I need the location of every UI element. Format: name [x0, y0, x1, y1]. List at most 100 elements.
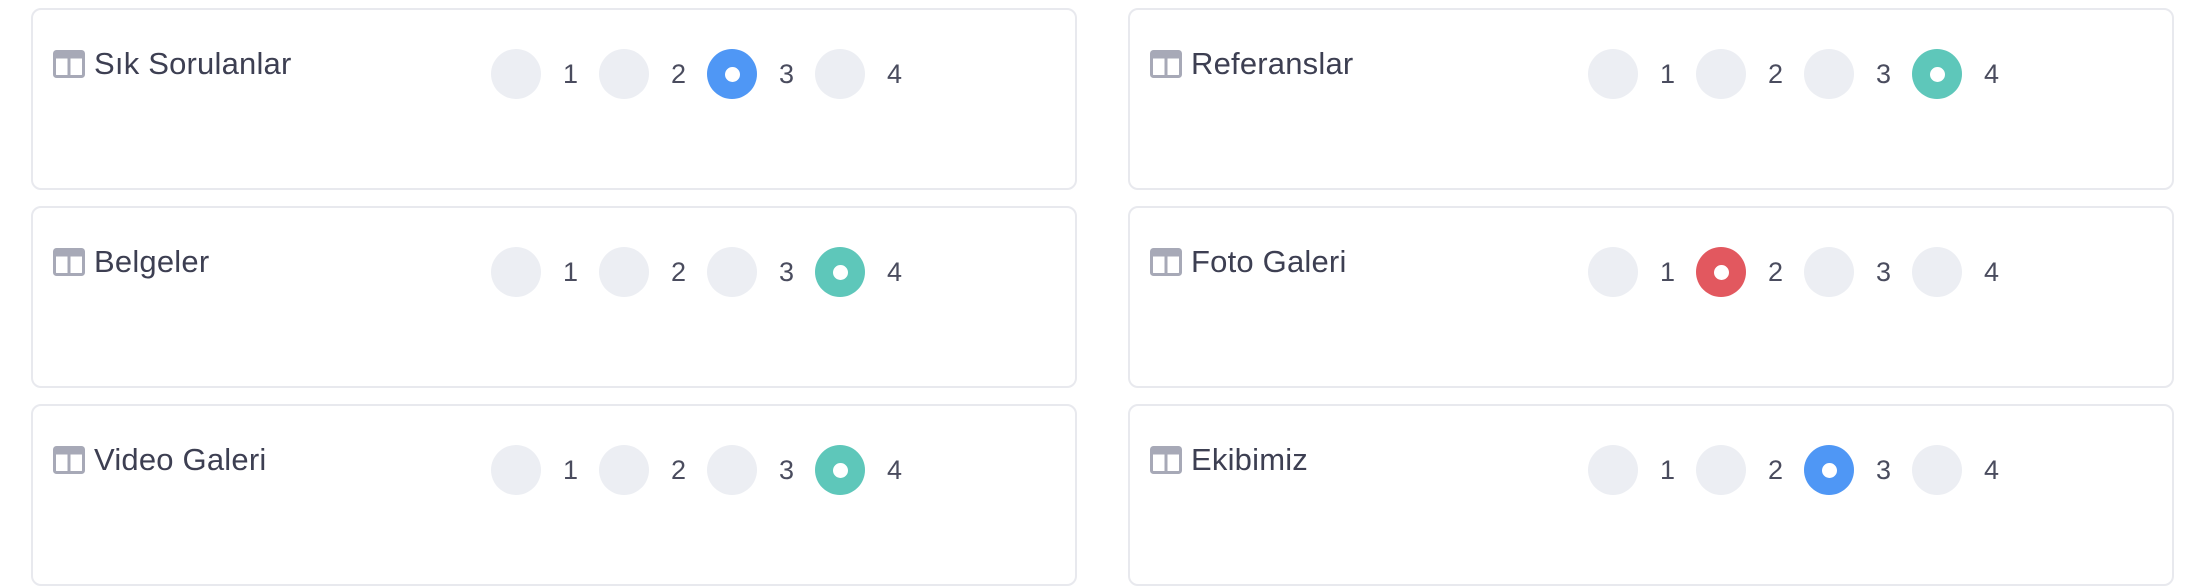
option-label: 4	[1984, 454, 2000, 485]
column-option-2[interactable]: 2	[1696, 49, 1804, 99]
column-option-3[interactable]: 3	[707, 445, 815, 495]
option-label: 2	[1768, 256, 1784, 287]
radio-button[interactable]	[1588, 247, 1638, 297]
layout-columns-icon	[53, 247, 85, 276]
column-option-4[interactable]: 4	[1912, 49, 2020, 99]
column-option-3[interactable]: 3	[707, 49, 815, 99]
option-label: 3	[1876, 58, 1892, 89]
radio-button[interactable]	[815, 247, 865, 297]
column-count-options: 1 2 3 4	[491, 445, 923, 495]
option-label: 3	[1876, 454, 1892, 485]
section-card-references: Referanslar 1 2 3 4	[1128, 8, 2174, 190]
column-option-2[interactable]: 2	[1696, 445, 1804, 495]
option-label: 1	[563, 256, 579, 287]
column-option-4[interactable]: 4	[1912, 247, 2020, 297]
option-label: 1	[563, 454, 579, 485]
option-label: 4	[887, 454, 903, 485]
radio-button[interactable]	[599, 49, 649, 99]
card-title-text: Referanslar	[1191, 46, 1354, 81]
radio-button[interactable]	[707, 49, 757, 99]
option-label: 3	[779, 256, 795, 287]
layout-columns-icon	[1150, 445, 1182, 474]
column-option-4[interactable]: 4	[815, 49, 923, 99]
radio-button[interactable]	[1804, 49, 1854, 99]
radio-button[interactable]	[815, 49, 865, 99]
card-title-text: Video Galeri	[94, 442, 267, 477]
column-count-options: 1 2 3 4	[1588, 247, 2020, 297]
radio-button[interactable]	[707, 247, 757, 297]
layout-columns-icon	[53, 445, 85, 474]
column-count-options: 1 2 3 4	[491, 247, 923, 297]
radio-button[interactable]	[491, 445, 541, 495]
layout-columns-icon	[1150, 247, 1182, 276]
radio-button[interactable]	[1696, 49, 1746, 99]
column-option-3[interactable]: 3	[1804, 49, 1912, 99]
option-label: 2	[1768, 58, 1784, 89]
column-option-1[interactable]: 1	[491, 49, 599, 99]
radio-button[interactable]	[1804, 445, 1854, 495]
column-option-4[interactable]: 4	[815, 445, 923, 495]
section-card-faq: Sık Sorulanlar 1 2 3 4	[31, 8, 1077, 190]
option-label: 2	[1768, 454, 1784, 485]
card-title: Belgeler	[53, 246, 209, 277]
section-card-photo-gallery: Foto Galeri 1 2 3 4	[1128, 206, 2174, 388]
section-card-documents: Belgeler 1 2 3 4	[31, 206, 1077, 388]
section-card-team: Ekibimiz 1 2 3 4	[1128, 404, 2174, 586]
layout-columns-icon	[1150, 49, 1182, 78]
column-option-2[interactable]: 2	[599, 247, 707, 297]
option-label: 4	[1984, 256, 2000, 287]
card-title: Referanslar	[1150, 48, 1353, 79]
card-title-text: Belgeler	[94, 244, 210, 279]
radio-button[interactable]	[815, 445, 865, 495]
column-option-2[interactable]: 2	[599, 49, 707, 99]
radio-button[interactable]	[491, 247, 541, 297]
radio-button[interactable]	[599, 445, 649, 495]
column-option-3[interactable]: 3	[707, 247, 815, 297]
card-title-text: Foto Galeri	[1191, 244, 1347, 279]
option-label: 3	[1876, 256, 1892, 287]
column-option-2[interactable]: 2	[1696, 247, 1804, 297]
radio-button[interactable]	[1912, 445, 1962, 495]
option-label: 3	[779, 58, 795, 89]
radio-button[interactable]	[1912, 247, 1962, 297]
option-label: 4	[887, 58, 903, 89]
option-label: 2	[671, 58, 687, 89]
column-option-3[interactable]: 3	[1804, 247, 1912, 297]
layout-columns-icon	[53, 49, 85, 78]
radio-button[interactable]	[707, 445, 757, 495]
card-title: Video Galeri	[53, 444, 266, 475]
column-option-4[interactable]: 4	[815, 247, 923, 297]
radio-button[interactable]	[1804, 247, 1854, 297]
card-title: Ekibimiz	[1150, 444, 1308, 475]
option-label: 4	[887, 256, 903, 287]
radio-button[interactable]	[1696, 247, 1746, 297]
card-title-text: Ekibimiz	[1191, 442, 1309, 477]
column-option-3[interactable]: 3	[1804, 445, 1912, 495]
column-option-4[interactable]: 4	[1912, 445, 2020, 495]
column-count-options: 1 2 3 4	[491, 49, 923, 99]
column-count-options: 1 2 3 4	[1588, 445, 2020, 495]
option-label: 3	[779, 454, 795, 485]
card-title-text: Sık Sorulanlar	[94, 46, 292, 81]
column-option-1[interactable]: 1	[491, 247, 599, 297]
section-card-video-gallery: Video Galeri 1 2 3 4	[31, 404, 1077, 586]
column-option-1[interactable]: 1	[491, 445, 599, 495]
radio-button[interactable]	[599, 247, 649, 297]
column-option-1[interactable]: 1	[1588, 445, 1696, 495]
column-count-options: 1 2 3 4	[1588, 49, 2020, 99]
radio-button[interactable]	[1588, 445, 1638, 495]
radio-button[interactable]	[1588, 49, 1638, 99]
radio-button[interactable]	[1912, 49, 1962, 99]
option-label: 1	[1660, 58, 1676, 89]
option-label: 1	[1660, 256, 1676, 287]
option-label: 2	[671, 454, 687, 485]
column-option-2[interactable]: 2	[599, 445, 707, 495]
radio-button[interactable]	[1696, 445, 1746, 495]
option-label: 4	[1984, 58, 2000, 89]
option-label: 1	[1660, 454, 1676, 485]
radio-button[interactable]	[491, 49, 541, 99]
option-label: 1	[563, 58, 579, 89]
column-option-1[interactable]: 1	[1588, 247, 1696, 297]
column-option-1[interactable]: 1	[1588, 49, 1696, 99]
card-title: Sık Sorulanlar	[53, 48, 292, 79]
